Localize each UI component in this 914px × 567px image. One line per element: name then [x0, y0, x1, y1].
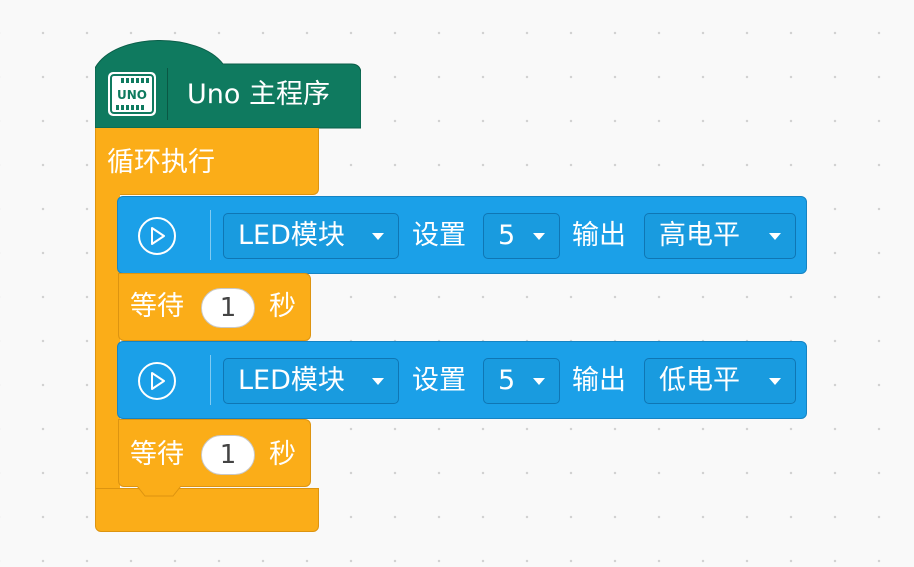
- led-set-block[interactable]: LED模块 设置 5 输出 低电平: [117, 341, 807, 419]
- output-label: 输出: [572, 365, 626, 396]
- block-separator: [210, 210, 211, 260]
- chevron-down-icon: [372, 378, 384, 385]
- module-dropdown-value: LED模块: [238, 220, 345, 251]
- block-separator: [210, 355, 211, 405]
- loop-label: 循环执行: [107, 147, 215, 178]
- wait-label: 等待: [130, 291, 184, 322]
- chevron-down-icon: [533, 233, 545, 240]
- level-dropdown[interactable]: 高电平: [644, 213, 796, 259]
- wait-unit-label: 秒: [269, 439, 296, 470]
- level-dropdown-value: 低电平: [659, 365, 740, 396]
- wait-seconds-input[interactable]: 1: [201, 288, 255, 328]
- svg-text:UNO: UNO: [117, 88, 147, 102]
- play-circle-icon[interactable]: [138, 362, 176, 400]
- set-label: 设置: [412, 220, 466, 251]
- pin-dropdown-value: 5: [498, 220, 516, 251]
- wait-seconds-input[interactable]: 1: [201, 435, 255, 475]
- pin-dropdown-value: 5: [498, 365, 516, 396]
- stack-notch: [136, 486, 182, 497]
- wait-label: 等待: [130, 439, 184, 470]
- chevron-down-icon: [372, 233, 384, 240]
- hat-label: Uno 主程序: [187, 79, 330, 110]
- set-label: 设置: [412, 365, 466, 396]
- chevron-down-icon: [769, 233, 781, 240]
- pin-dropdown[interactable]: 5: [483, 358, 560, 404]
- module-dropdown[interactable]: LED模块: [223, 213, 399, 259]
- pin-dropdown[interactable]: 5: [483, 213, 560, 259]
- level-dropdown[interactable]: 低电平: [644, 358, 796, 404]
- wait-block[interactable]: 等待 1 秒: [118, 419, 311, 487]
- wait-block[interactable]: 等待 1 秒: [118, 273, 311, 341]
- led-set-block[interactable]: LED模块 设置 5 输出 高电平: [117, 196, 807, 274]
- uno-main-program-block[interactable]: UNO Uno 主程序: [95, 38, 361, 130]
- chevron-down-icon: [533, 378, 545, 385]
- uno-board-icon: UNO: [107, 71, 157, 117]
- level-dropdown-value: 高电平: [659, 220, 740, 251]
- output-label: 输出: [572, 220, 626, 251]
- wait-unit-label: 秒: [269, 291, 296, 322]
- module-dropdown-value: LED模块: [238, 365, 345, 396]
- chevron-down-icon: [769, 378, 781, 385]
- hat-separator: [167, 68, 168, 120]
- play-circle-icon[interactable]: [138, 217, 176, 255]
- module-dropdown[interactable]: LED模块: [223, 358, 399, 404]
